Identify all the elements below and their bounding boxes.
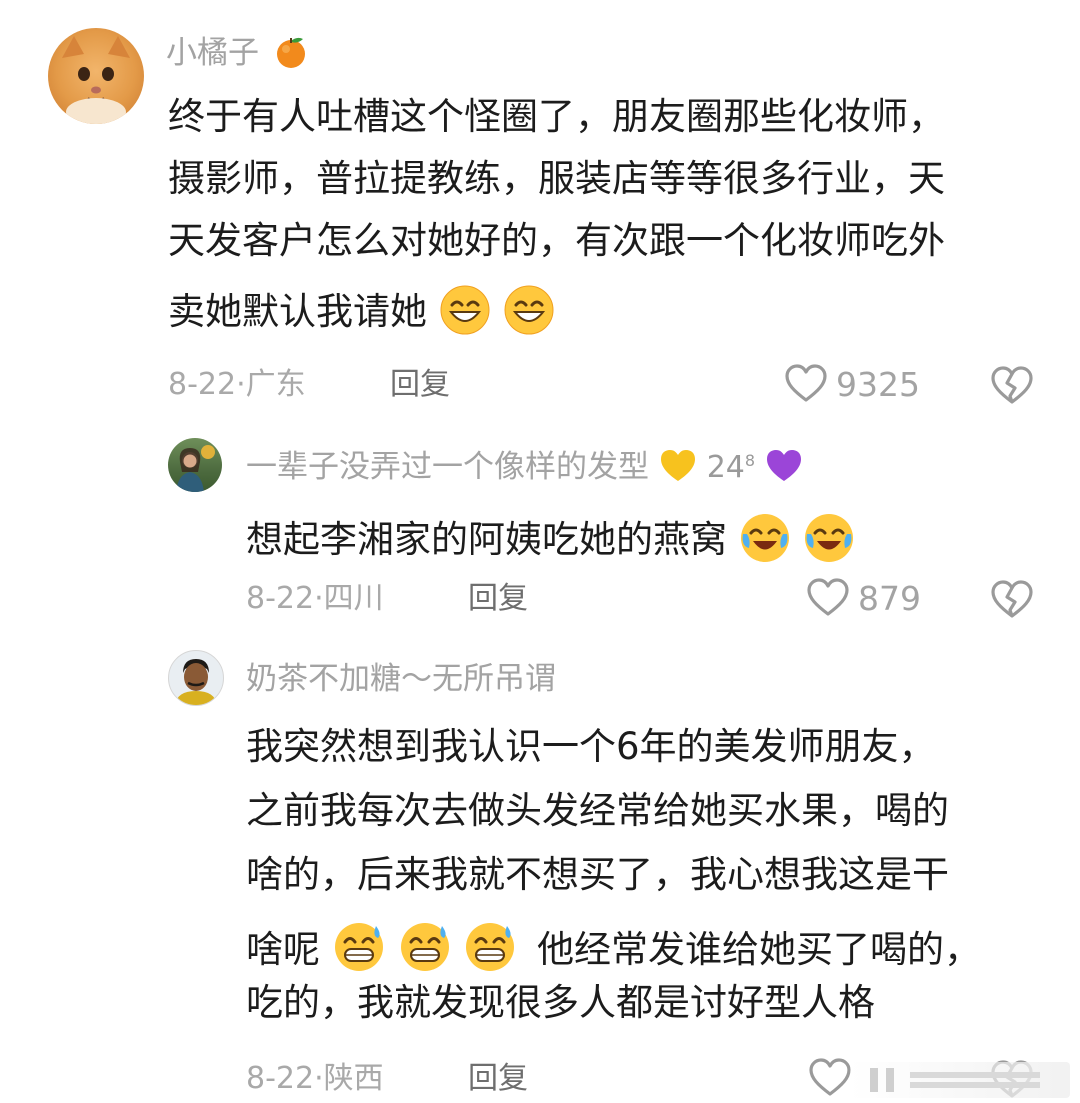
broken-heart-icon[interactable] <box>990 366 1034 406</box>
heart-icon <box>809 1058 851 1096</box>
comment-text: 想起李湘家的阿姨吃她的燕窝 <box>246 512 855 564</box>
comment-text: 终于有人吐槽这个怪圈了，朋友圈那些化妆师， 摄影师，普拉提教练，服装店等等很多行… <box>168 98 945 346</box>
comment-username[interactable]: 一辈子没弄过一个像样的发型 248 <box>246 448 803 484</box>
comment-text: 我突然想到我认识一个6年的美发师朋友， 之前我每次去做头发经常给她买水果，喝的 … <box>246 725 982 1024</box>
person-avatar-icon <box>175 659 217 705</box>
comment-date-location: 8-22·广东 <box>168 367 306 402</box>
grin-emoji-icon <box>504 285 554 335</box>
like-count: 879 <box>858 578 921 618</box>
broken-heart-icon[interactable] <box>990 580 1034 620</box>
yellow-heart-icon <box>660 450 695 481</box>
sweat-grin-emoji-icon <box>400 923 449 971</box>
sweat-grin-emoji-icon <box>334 923 383 971</box>
text-line: 啥呢 他经常发谁给她买了喝的， <box>246 920 981 984</box>
like-count: 9325 <box>836 364 920 404</box>
tears-of-joy-emoji-icon <box>740 514 789 562</box>
cat-avatar-icon <box>62 36 130 124</box>
sweat-grin-emoji-icon <box>466 923 515 971</box>
grin-emoji-icon <box>440 285 490 335</box>
like-button[interactable]: 879 <box>806 578 921 618</box>
heart-icon <box>785 364 827 402</box>
comment-date-location: 8-22·陕西 <box>246 1061 384 1096</box>
avatar[interactable] <box>168 438 222 492</box>
tangerine-icon <box>276 37 305 68</box>
reply-button[interactable]: 回复 <box>468 584 528 614</box>
watermark <box>850 1062 1070 1098</box>
fan-level-badge: 248 <box>706 450 756 485</box>
like-button[interactable]: 9325 <box>784 364 920 404</box>
avatar[interactable] <box>168 650 224 706</box>
reply-button[interactable]: 回复 <box>468 1064 528 1094</box>
watermark-logo-icon <box>870 1068 1040 1092</box>
person-avatar-icon <box>176 445 215 492</box>
text-line: 卖她默认我请她 <box>168 284 945 346</box>
reply-button[interactable]: 回复 <box>390 370 450 400</box>
purple-heart-icon <box>766 450 801 481</box>
comment-username[interactable]: 奶茶不加糖～无所吊谓 <box>246 664 556 695</box>
avatar[interactable] <box>48 28 144 124</box>
heart-icon <box>807 578 849 616</box>
comment-date-location: 8-22·四川 <box>246 581 384 616</box>
comment-username[interactable]: 小橘子 <box>166 34 309 70</box>
like-button[interactable] <box>808 1058 852 1098</box>
tears-of-joy-emoji-icon <box>804 514 853 562</box>
